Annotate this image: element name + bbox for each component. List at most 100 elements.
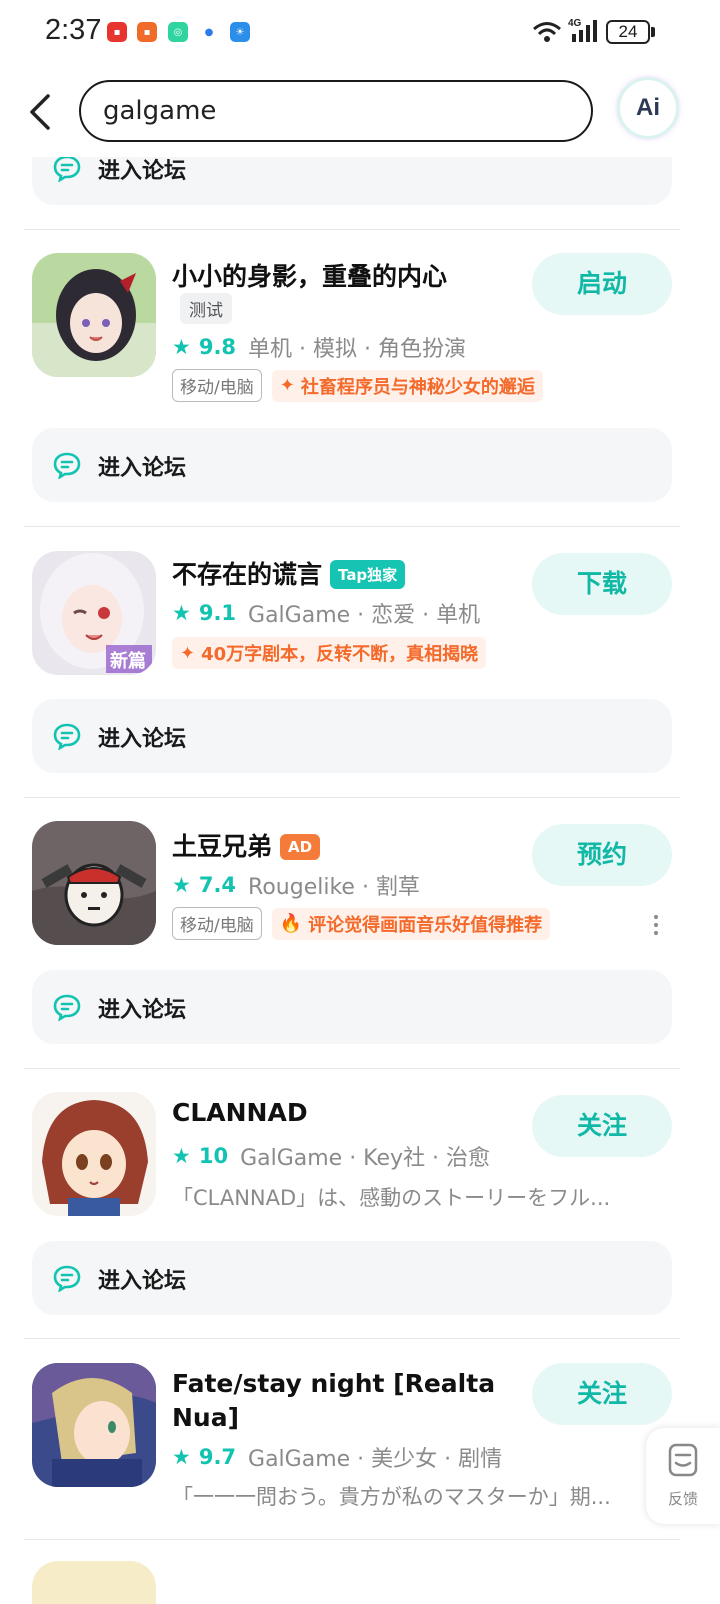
- app-meta: ★ 7.4 Rougelike · 割草: [172, 869, 420, 901]
- search-input[interactable]: galgame: [79, 80, 593, 142]
- test-badge-label: 测试: [180, 293, 232, 324]
- forum-entry-label: 进入论坛: [98, 1269, 187, 1294]
- app-tag-row: ✦ 40万字剧本，反转不断，真相揭晓: [172, 637, 487, 669]
- app-meta: ★ 9.7 GalGame · 美少女 · 剧情: [172, 1441, 502, 1473]
- battery-level: 24: [618, 22, 638, 41]
- app-title[interactable]: 不存在的谎言 Tap独家: [172, 555, 406, 591]
- app-title[interactable]: Fate/stay night [Realta Nua]: [172, 1367, 495, 1435]
- forum-entry[interactable]: 进入论坛: [32, 970, 672, 1044]
- app-tags: GalGame · 恋爱 · 单机: [248, 603, 481, 628]
- app-title-text: 土豆兄弟: [172, 832, 273, 861]
- app-rating: 7.4: [198, 873, 237, 897]
- forum-chat-icon: [53, 994, 81, 1021]
- app-icon[interactable]: [32, 1561, 156, 1604]
- search-results-list[interactable]: 进入论坛 小小的身影，重叠的内心 测试 ★ 9.8 单机 · 模拟 · 角色扮演…: [0, 157, 720, 1604]
- highlight-tag: ✦ 40万字剧本，反转不断，真相揭晓: [172, 637, 487, 669]
- forum-entry[interactable]: 进入论坛: [32, 1241, 672, 1315]
- app-icon[interactable]: [32, 1363, 156, 1487]
- app-tags: GalGame · 美少女 · 剧情: [248, 1447, 503, 1472]
- divider: [24, 1338, 680, 1339]
- forum-chat-icon: [53, 1265, 81, 1292]
- wifi-icon: [533, 22, 561, 42]
- status-bar: 2:37 ▪ ▪ ◎ ● ☀ 4G 24: [0, 0, 720, 66]
- follow-button[interactable]: 关注: [532, 1363, 672, 1425]
- app-icon[interactable]: [32, 253, 156, 377]
- battery-tip: [651, 27, 655, 37]
- app-rating: 9.7: [198, 1445, 237, 1469]
- reserve-button[interactable]: 预约: [532, 824, 672, 886]
- app-tags: GalGame · Key社 · 治愈: [240, 1146, 491, 1171]
- app-tag-row: 移动/电脑 🔥 评论觉得画面音乐好值得推荐: [172, 907, 551, 940]
- app-meta: ★ 9.1 GalGame · 恋爱 · 单机: [172, 597, 480, 629]
- notification-app-icon: ●: [199, 22, 219, 42]
- test-badge: 测试: [180, 293, 232, 324]
- feedback-icon: [668, 1443, 698, 1477]
- cellular-signal-icon: 4G: [568, 18, 597, 42]
- app-meta: ★ 10 GalGame · Key社 · 治愈: [172, 1140, 490, 1172]
- launch-button[interactable]: 启动: [532, 253, 672, 315]
- forum-entry-label: 进入论坛: [98, 159, 187, 184]
- divider: [24, 1539, 680, 1540]
- forum-entry-label: 进入论坛: [98, 727, 187, 752]
- app-title-line: Fate/stay night [Realta: [172, 1369, 496, 1398]
- app-rating: 10: [198, 1144, 229, 1168]
- forum-entry[interactable]: 进入论坛: [32, 699, 672, 773]
- forum-entry-label: 进入论坛: [98, 456, 187, 481]
- app-description: 「一一一問おう。貴方が私のマスターか」期...: [172, 1485, 611, 1509]
- app-tags: Rougelike · 割草: [248, 875, 420, 900]
- feedback-button[interactable]: 反馈: [646, 1428, 720, 1524]
- forum-entry[interactable]: 进入论坛: [32, 428, 672, 502]
- notification-app-icon: ▪: [137, 22, 157, 42]
- tap-exclusive-badge: Tap独家: [330, 560, 406, 589]
- app-rating: 9.1: [198, 601, 237, 625]
- app-icon[interactable]: [32, 821, 156, 945]
- app-title-line: Nua]: [172, 1403, 240, 1432]
- download-button[interactable]: 下载: [532, 553, 672, 615]
- notification-app-icon: ◎: [168, 22, 188, 42]
- forum-chat-icon: [53, 723, 81, 750]
- highlight-tag: 🔥 评论觉得画面音乐好值得推荐: [271, 907, 551, 940]
- ai-assistant-button[interactable]: Ai: [620, 80, 676, 136]
- highlight-text: 40万字剧本，反转不断，真相揭晓: [201, 644, 479, 665]
- status-time: 2:37: [45, 14, 102, 46]
- more-options-icon[interactable]: [652, 915, 660, 939]
- star-icon: ★: [172, 601, 191, 625]
- forum-chat-icon: [53, 452, 81, 479]
- app-icon[interactable]: [32, 1092, 156, 1216]
- divider: [24, 797, 680, 798]
- battery-indicator: 24: [606, 20, 650, 44]
- app-rating: 9.8: [198, 335, 237, 359]
- platform-tag: 移动/电脑: [172, 369, 262, 402]
- svg-text:新篇: 新篇: [110, 650, 146, 672]
- forum-chat-icon: [53, 157, 81, 182]
- app-icon[interactable]: 新篇: [32, 551, 156, 675]
- app-description: 「CLANNAD」は、感動のストーリーをフル...: [172, 1186, 611, 1210]
- follow-button[interactable]: 关注: [532, 1095, 672, 1157]
- highlight-tag: ✦ 社畜程序员与神秘少女的邂逅: [271, 369, 543, 402]
- back-arrow-icon[interactable]: [26, 92, 56, 132]
- divider: [24, 526, 680, 527]
- app-tags: 单机 · 模拟 · 角色扮演: [248, 337, 466, 362]
- app-tag-row: 移动/电脑 ✦ 社畜程序员与神秘少女的邂逅: [172, 369, 543, 402]
- highlight-text: 评论觉得画面音乐好值得推荐: [308, 914, 543, 936]
- feedback-label: 反馈: [667, 1490, 698, 1508]
- app-meta: ★ 9.8 单机 · 模拟 · 角色扮演: [172, 331, 466, 363]
- search-header: galgame Ai: [0, 70, 720, 156]
- divider: [24, 1068, 680, 1069]
- forum-entry[interactable]: 进入论坛: [32, 157, 672, 205]
- notification-app-icon: ▪: [107, 22, 127, 42]
- forum-entry-label: 进入论坛: [98, 998, 187, 1023]
- fire-icon: 🔥: [279, 913, 303, 934]
- ai-button-label: Ai: [636, 94, 660, 121]
- star-icon: ★: [172, 335, 191, 359]
- ad-badge: AD: [280, 834, 321, 860]
- app-title[interactable]: CLANNAD: [172, 1098, 308, 1127]
- app-title[interactable]: 土豆兄弟 AD: [172, 827, 321, 863]
- highlight-text: 社畜程序员与神秘少女的邂逅: [300, 376, 535, 398]
- search-query: galgame: [103, 96, 217, 126]
- platform-tag: 移动/电脑: [172, 907, 262, 940]
- app-title[interactable]: 小小的身影，重叠的内心: [172, 257, 447, 293]
- star-icon: ★: [172, 1445, 191, 1469]
- app-title-text: 不存在的谎言: [172, 560, 323, 589]
- notification-app-icon: ☀: [230, 22, 250, 42]
